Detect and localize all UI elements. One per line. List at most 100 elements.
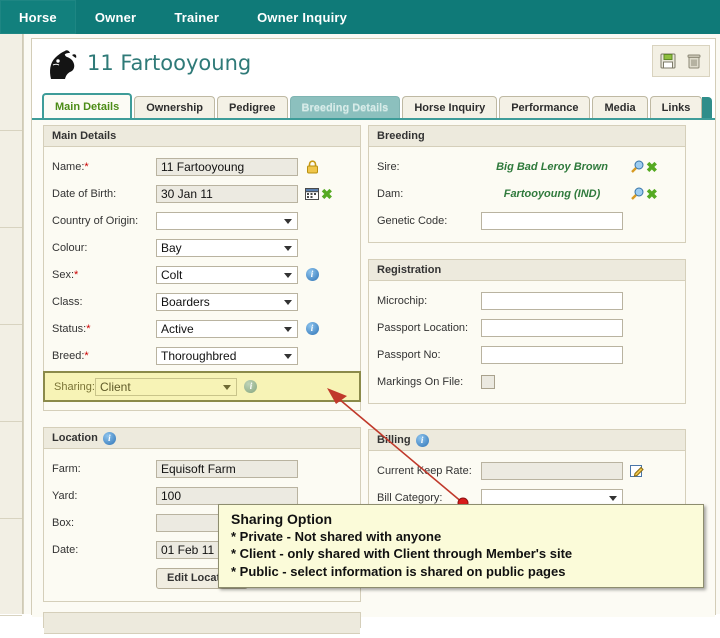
tab-pedigree[interactable]: Pedigree: [217, 96, 288, 119]
field-row-name: Name:*: [52, 153, 352, 180]
field-label: Name:*: [52, 161, 156, 173]
billing-info-icon[interactable]: i: [415, 433, 429, 447]
field-row-farm: Farm:: [52, 455, 352, 482]
panel-title: [44, 613, 360, 634]
field-label: Date of Birth:: [52, 187, 117, 200]
nav-item-label: Horse: [19, 9, 57, 25]
horse-head-icon: [44, 49, 80, 81]
date-of-birth-input[interactable]: [156, 184, 298, 203]
field-row-sharing: Sharing: Client i: [43, 371, 361, 402]
chevron-down-icon: [284, 245, 292, 251]
field-label: Microchip:: [377, 294, 428, 307]
field-label: Class:: [52, 295, 83, 308]
sex-select[interactable]: Colt: [156, 265, 298, 284]
dam-link[interactable]: Fartooyoung (IND): [481, 188, 623, 200]
microchip-input[interactable]: [481, 291, 623, 310]
field-row-microchip: Microchip:: [377, 287, 677, 314]
field-row-sire: Sire: Big Bad Leroy Brown ✖: [377, 153, 677, 180]
nav-item-label: Trainer: [174, 9, 220, 25]
field-label: Colour:: [52, 241, 88, 254]
delete-icon[interactable]: [684, 51, 704, 71]
field-label: Passport Location:: [377, 321, 469, 334]
passport-no-input[interactable]: [481, 345, 623, 364]
tab-links[interactable]: Links: [649, 96, 703, 119]
name-input[interactable]: [156, 157, 298, 176]
sidebar-cell[interactable]: [0, 519, 22, 616]
field-label: Date:: [52, 543, 79, 556]
panel-next-left: [43, 612, 361, 634]
save-icon[interactable]: [658, 51, 678, 71]
label-text: Status:: [52, 322, 87, 335]
tab-ownership[interactable]: Ownership: [134, 96, 216, 119]
farm-input[interactable]: [156, 459, 298, 478]
yard-input[interactable]: [156, 486, 298, 505]
sidebar-cell[interactable]: [0, 325, 22, 422]
breed-select[interactable]: Thoroughbred: [156, 346, 298, 365]
sharing-select[interactable]: Client: [94, 377, 237, 396]
sire-clear-icon[interactable]: ✖: [646, 160, 658, 174]
field-row-current-keep-rate: Current Keep Rate:: [377, 457, 677, 484]
label-text: Breed:: [52, 349, 85, 362]
panel-title: Registration: [369, 260, 685, 281]
sidebar-cell[interactable]: [0, 131, 22, 228]
panel-body: Sire: Big Bad Leroy Brown ✖ Dam: Fartooy…: [369, 147, 685, 242]
field-label: Sharing:: [54, 380, 95, 393]
country-of-origin-select[interactable]: [156, 211, 298, 230]
tab-label: Ownership: [146, 102, 204, 114]
panel-registration: Registration Microchip: Passport Locatio…: [368, 259, 686, 404]
clipped-sidebar: [0, 34, 23, 616]
tab-horse-inquiry[interactable]: Horse Inquiry: [402, 96, 498, 119]
genetic-code-input[interactable]: [481, 211, 623, 230]
tab-label: Media: [604, 102, 636, 114]
nav-item-owner[interactable]: Owner: [76, 0, 155, 34]
markings-on-file-checkbox[interactable]: [481, 374, 495, 389]
tab-main-details[interactable]: Main Details: [42, 93, 133, 119]
nav-item-trainer[interactable]: Trainer: [155, 0, 238, 34]
tooltip-line: * Client - only shared with Client throu…: [231, 546, 573, 562]
field-label: Genetic Code:: [377, 214, 448, 227]
label-text: Sex:: [52, 268, 75, 281]
field-label: Bill Category:: [377, 491, 443, 504]
dam-magnifier-icon[interactable]: [628, 187, 646, 201]
chevron-down-icon: [284, 218, 292, 224]
current-keep-rate-input[interactable]: [481, 461, 623, 480]
nav-item-owner-inquiry[interactable]: Owner Inquiry: [238, 0, 366, 34]
select-value: Client: [99, 379, 131, 394]
passport-location-input[interactable]: [481, 318, 623, 337]
sire-link[interactable]: Big Bad Leroy Brown: [481, 161, 623, 173]
sharing-info-icon[interactable]: i: [242, 380, 260, 393]
class-select[interactable]: Boarders: [156, 292, 298, 311]
status-select[interactable]: Active: [156, 319, 298, 338]
sidebar-cell[interactable]: [0, 34, 22, 131]
info-icon[interactable]: i: [303, 268, 321, 281]
sidebar-cell[interactable]: [0, 228, 22, 325]
nav-item-label: Owner: [94, 9, 137, 25]
field-row-date-of-birth: Date of Birth: ✖: [52, 180, 352, 207]
chevron-down-icon: [284, 353, 292, 359]
dam-clear-icon[interactable]: ✖: [646, 187, 658, 201]
required-marker: *: [74, 268, 79, 281]
clear-date-icon[interactable]: ✖: [321, 187, 333, 201]
chevron-down-icon: [222, 384, 231, 390]
sire-magnifier-icon[interactable]: [628, 160, 646, 174]
required-marker: *: [84, 160, 89, 173]
field-label: Sire:: [377, 160, 400, 173]
tab-label: Links: [661, 102, 691, 114]
location-info-icon[interactable]: i: [102, 431, 116, 445]
padlock-icon[interactable]: [303, 159, 321, 174]
chevron-down-icon: [284, 272, 292, 278]
nav-item-horse[interactable]: Horse: [0, 0, 76, 34]
tab-label: Performance: [511, 102, 579, 114]
tab-media[interactable]: Media: [592, 96, 648, 119]
field-row-status: Status:* Active i: [52, 315, 352, 342]
tab-performance[interactable]: Performance: [499, 96, 591, 119]
select-value: Thoroughbred: [161, 348, 237, 363]
panel-body: Name:* Date of Birth:: [43, 147, 361, 410]
label-text: Name:: [52, 160, 85, 173]
calendar-icon[interactable]: [303, 187, 321, 200]
info-icon[interactable]: i: [303, 322, 321, 335]
colour-select[interactable]: Bay: [156, 238, 298, 257]
tab-strip-cap: [702, 97, 712, 119]
sidebar-cell[interactable]: [0, 422, 22, 519]
edit-note-icon[interactable]: [628, 464, 646, 478]
